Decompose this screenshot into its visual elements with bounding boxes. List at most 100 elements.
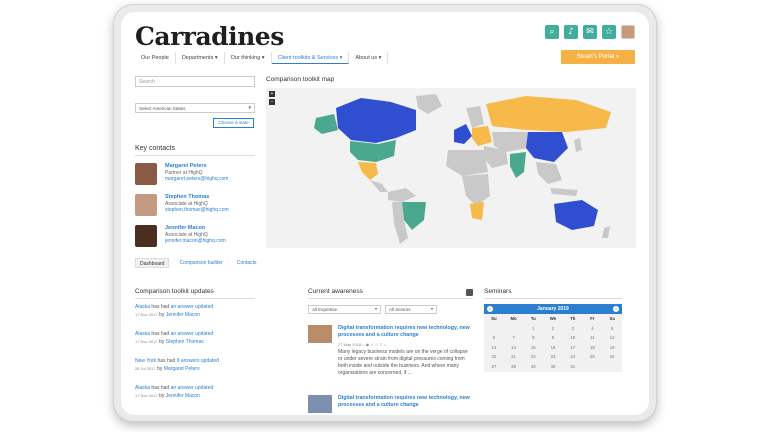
map-region-europe-west[interactable] xyxy=(454,124,472,144)
calendar-day[interactable]: 20 xyxy=(484,352,504,362)
calendar-day[interactable]: 23 xyxy=(543,352,563,362)
zoom-in-button[interactable]: + xyxy=(269,91,275,97)
map-region-india[interactable] xyxy=(510,152,526,178)
calendar-day[interactable]: 9 xyxy=(543,333,563,343)
chevron-left-icon[interactable]: ‹ xyxy=(487,306,493,312)
map-region-europe-east[interactable] xyxy=(472,126,492,146)
contact-email[interactable]: jennifer.macon@highq.com xyxy=(165,238,226,245)
update-author[interactable]: Jennifer Macon xyxy=(166,312,200,318)
calendar-day[interactable]: 14 xyxy=(504,343,524,353)
nav-about-us[interactable]: About us ▾ xyxy=(349,52,389,64)
calendar-day[interactable]: 8 xyxy=(523,333,543,343)
map-region-china[interactable] xyxy=(526,132,568,162)
nav-our-thinking[interactable]: Our thinking ▾ xyxy=(225,52,272,64)
update-link[interactable]: an answer updated xyxy=(171,331,214,337)
calendar-day[interactable]: 6 xyxy=(484,333,504,343)
expertise-select[interactable]: All Expertise ▾ xyxy=(308,305,381,314)
calendar-day[interactable]: 21 xyxy=(504,352,524,362)
map-region-brazil[interactable] xyxy=(402,202,426,230)
update-link[interactable]: an answer updated xyxy=(171,385,214,391)
map-region-south-america-north[interactable] xyxy=(388,188,416,202)
calendar-day[interactable]: 30 xyxy=(543,362,563,372)
world-map[interactable]: + − xyxy=(266,88,636,248)
nav-our-people[interactable]: Our People xyxy=(135,52,176,64)
calendar-day[interactable]: 24 xyxy=(563,352,583,362)
map-region-alaska[interactable] xyxy=(314,114,338,134)
update-by: by xyxy=(159,312,165,318)
map-region-central-america[interactable] xyxy=(370,180,388,192)
site-logo[interactable]: Carradines xyxy=(135,22,284,51)
map-region-new-zealand[interactable] xyxy=(602,226,610,238)
portal-button[interactable]: Stuart's Portal » xyxy=(561,50,635,64)
map-region-australia[interactable] xyxy=(554,200,598,230)
choose-state-button[interactable]: Choose a state xyxy=(213,118,254,128)
calendar-day[interactable]: 22 xyxy=(523,352,543,362)
map-region-indonesia[interactable] xyxy=(550,188,578,196)
calendar-day[interactable]: 29 xyxy=(523,362,543,372)
calendar-day[interactable]: 11 xyxy=(583,333,603,343)
map-region-southeast-asia[interactable] xyxy=(536,162,562,184)
nav-departments[interactable]: Departments ▾ xyxy=(176,52,225,64)
update-link[interactable]: an answer updated xyxy=(171,304,214,310)
calendar-day[interactable]: 2 xyxy=(543,324,563,334)
chevron-right-icon[interactable]: › xyxy=(613,306,619,312)
calendar-day[interactable]: 25 xyxy=(583,352,603,362)
contact-email[interactable]: stephen.thomas@highq.com xyxy=(165,207,229,214)
calendar-day[interactable]: 10 xyxy=(563,333,583,343)
update-link[interactable]: 9 answers updated xyxy=(177,358,219,364)
update-author[interactable]: Stephen Thomas xyxy=(166,339,204,345)
calendar-day[interactable]: 13 xyxy=(484,343,504,353)
calendar-day[interactable]: 4 xyxy=(583,324,603,334)
tab-contacts[interactable]: Contacts xyxy=(233,258,261,268)
calendar-day[interactable]: 15 xyxy=(523,343,543,353)
calendar-day[interactable]: 31 xyxy=(563,362,583,372)
map-region-japan[interactable] xyxy=(574,138,582,152)
rss-icon[interactable] xyxy=(466,289,473,296)
calendar-day[interactable]: 28 xyxy=(504,362,524,372)
calendar-day[interactable]: 1 xyxy=(523,324,543,334)
update-author[interactable]: Margaret Peters xyxy=(164,366,200,372)
article-title[interactable]: Digital transformation requires new tech… xyxy=(338,395,473,409)
map-region-europe-north[interactable] xyxy=(466,106,484,128)
map-region-greenland[interactable] xyxy=(416,94,442,114)
calendar-day[interactable]: 16 xyxy=(543,343,563,353)
map-region-central-africa[interactable] xyxy=(462,174,490,206)
search-input[interactable]: Search xyxy=(135,76,255,87)
map-region-usa[interactable] xyxy=(350,140,396,162)
calendar-day[interactable]: 12 xyxy=(602,333,622,343)
update-subject[interactable]: New York xyxy=(135,358,156,364)
update-subject[interactable]: Alaska xyxy=(135,331,150,337)
article-thumbnail[interactable] xyxy=(308,395,332,413)
map-region-south-africa[interactable] xyxy=(470,202,484,220)
update-subject[interactable]: Alaska xyxy=(135,385,150,391)
contact-email[interactable]: margaret.peters@highq.com xyxy=(165,176,228,183)
update-subject[interactable]: Alaska xyxy=(135,304,150,310)
sectors-select[interactable]: All Sectors ▾ xyxy=(385,305,437,314)
article-action-icons[interactable]: ○ ◉ ✓ ☆ ⇪ ○ xyxy=(362,342,386,347)
map-region-north-africa[interactable] xyxy=(446,150,488,176)
tab-dashboard[interactable]: Dashboard xyxy=(135,258,170,268)
calendar-day[interactable]: 7 xyxy=(504,333,524,343)
nav-client-toolkits[interactable]: Client toolkits & Services ▾ xyxy=(271,52,350,64)
tab-comparison-builder[interactable]: Comparison builder xyxy=(175,258,226,268)
user-avatar[interactable] xyxy=(621,25,635,39)
calendar-day[interactable]: 18 xyxy=(583,343,603,353)
state-select[interactable]: Select American States ▾ xyxy=(135,103,255,113)
calendar-day[interactable]: 27 xyxy=(484,362,504,372)
mail-icon[interactable]: ✉ xyxy=(583,25,597,39)
bell-icon[interactable]: ♪ xyxy=(564,25,578,39)
article-thumbnail[interactable] xyxy=(308,325,332,343)
search-icon[interactable]: ⌕ xyxy=(545,25,559,39)
calendar-day[interactable]: 17 xyxy=(563,343,583,353)
calendar-day[interactable]: 3 xyxy=(563,324,583,334)
map-region-canada[interactable] xyxy=(336,98,416,143)
map-region-russia[interactable] xyxy=(486,96,611,132)
article-title[interactable]: Digital transformation requires new tech… xyxy=(338,325,473,339)
calendar-day[interactable]: 26 xyxy=(602,352,622,362)
map-region-mexico[interactable] xyxy=(358,162,378,180)
update-author[interactable]: Jennifer Macon xyxy=(166,393,200,399)
star-icon[interactable]: ☆ xyxy=(602,25,616,39)
calendar-day[interactable]: 5 xyxy=(602,324,622,334)
zoom-out-button[interactable]: − xyxy=(269,99,275,105)
calendar-day[interactable]: 19 xyxy=(602,343,622,353)
